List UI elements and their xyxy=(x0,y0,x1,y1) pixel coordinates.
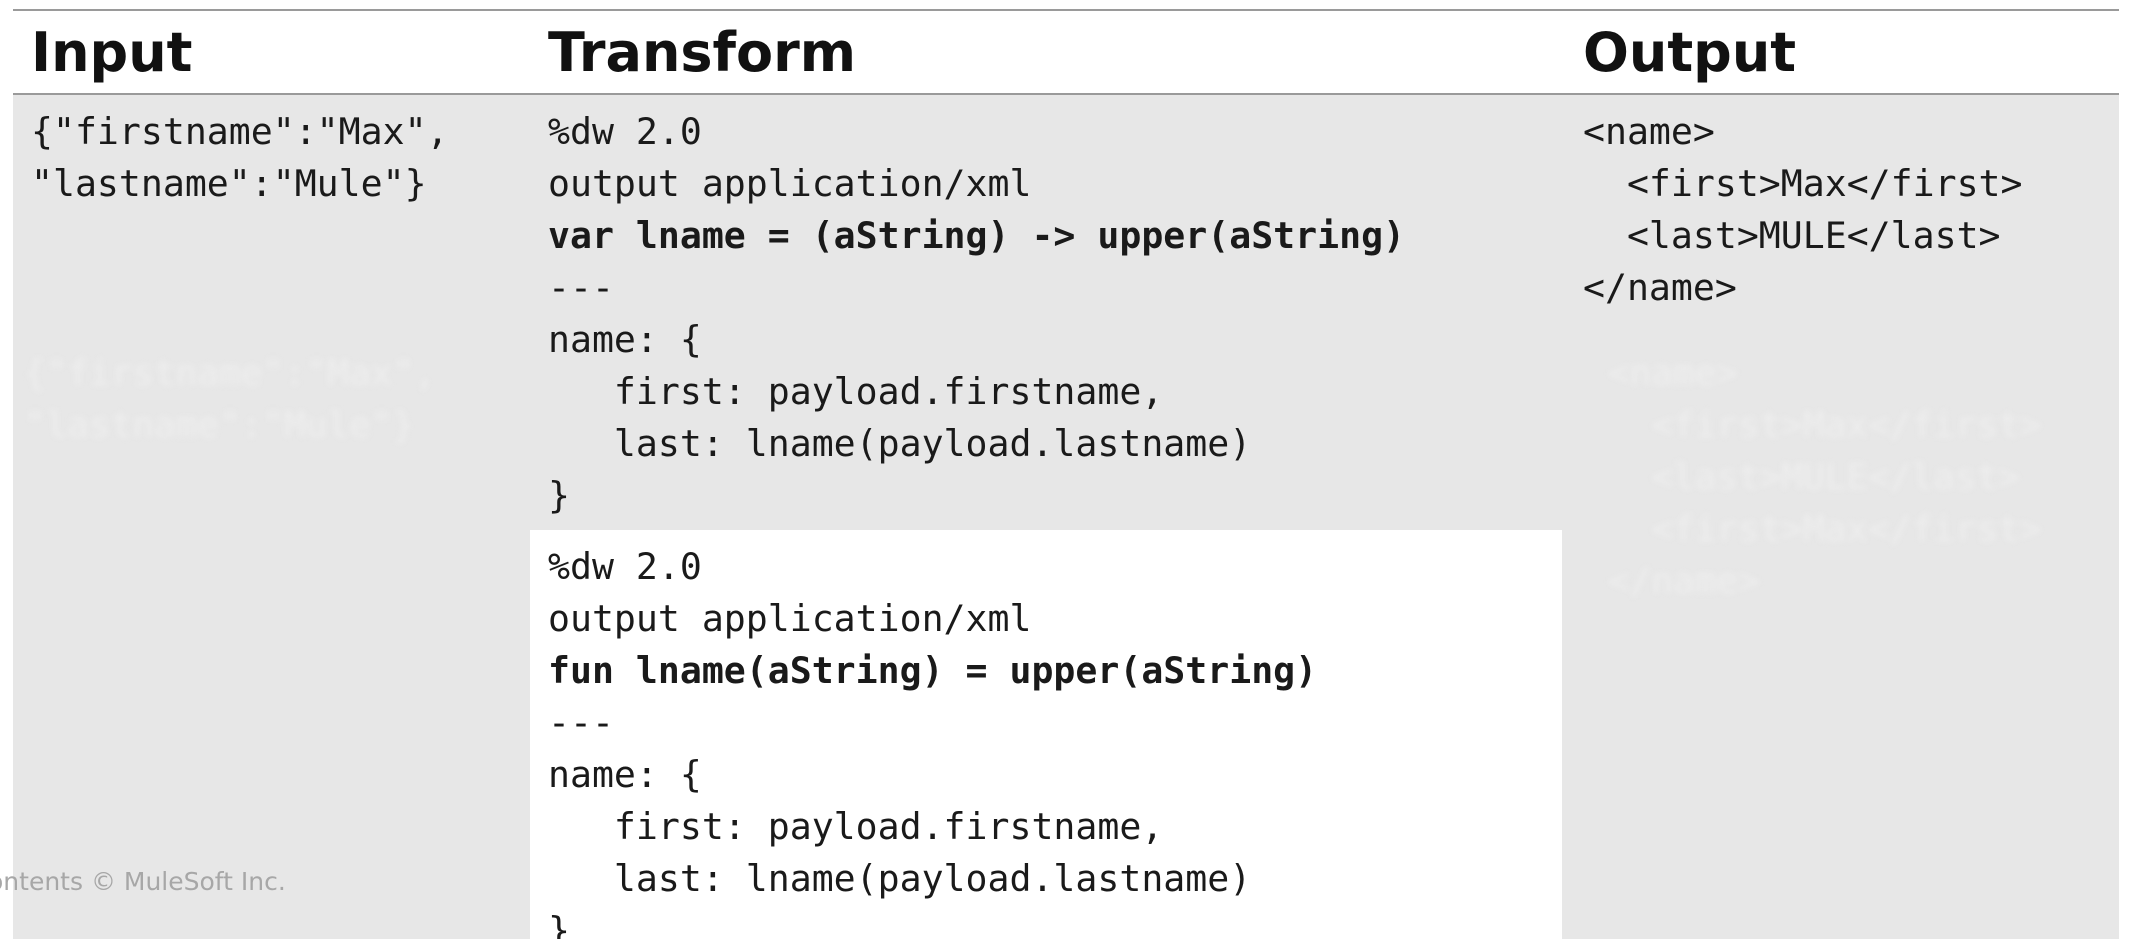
table-header-rule xyxy=(13,93,2119,95)
code-line: } xyxy=(548,909,570,939)
code-line: last: lname(payload.lastname) xyxy=(548,857,1252,900)
code-line: --- xyxy=(548,701,614,744)
output-line: </name> xyxy=(1583,266,1737,309)
transform-var-code: %dw 2.0 output application/xml var lname =… xyxy=(548,106,1405,522)
output-line: <first>Max</first> xyxy=(1583,162,2023,205)
input-code: {"firstname":"Max", "lastname":"Mule"} xyxy=(31,106,449,210)
code-line-highlight: var lname = (aString) -> upper(aString) xyxy=(548,214,1406,257)
code-line: %dw 2.0 xyxy=(548,545,702,588)
code-line-highlight: fun lname(aString) = upper(aString) xyxy=(548,649,1318,692)
code-line: output application/xml xyxy=(548,162,1032,205)
header-input: Input xyxy=(31,21,193,84)
transform-fun-code: %dw 2.0 output application/xml fun lname(a… xyxy=(548,541,1317,939)
code-line: last: lname(payload.lastname) xyxy=(548,422,1252,465)
output-line: <last>MULE</last> xyxy=(1583,214,2001,257)
output-code: <name> <first>Max</first> <last>MULE</la… xyxy=(1583,106,2023,314)
slide: Input Transform Output {"firstname":"Max… xyxy=(0,0,2131,939)
code-line: first: payload.firstname, xyxy=(548,805,1164,848)
code-line: name: { xyxy=(548,753,702,796)
ghost-input: {"firstname":"Max", "lastname":"Mule"} xyxy=(24,353,436,446)
code-line: output application/xml xyxy=(548,597,1032,640)
copyright-notice: ontents © MuleSoft Inc. xyxy=(0,867,286,896)
ghost-output: <name> <first>Max</first> <last>MULE</la… xyxy=(1608,353,2042,602)
table-top-rule xyxy=(13,9,2119,11)
header-transform: Transform xyxy=(548,21,857,84)
output-line: <name> xyxy=(1583,110,1715,153)
code-line: } xyxy=(548,474,570,517)
input-line: "lastname":"Mule"} xyxy=(31,162,427,205)
code-line: %dw 2.0 xyxy=(548,110,702,153)
code-line: --- xyxy=(548,266,614,309)
input-line: {"firstname":"Max", xyxy=(31,110,449,153)
code-line: first: payload.firstname, xyxy=(548,370,1164,413)
code-line: name: { xyxy=(548,318,702,361)
header-output: Output xyxy=(1583,21,1797,84)
